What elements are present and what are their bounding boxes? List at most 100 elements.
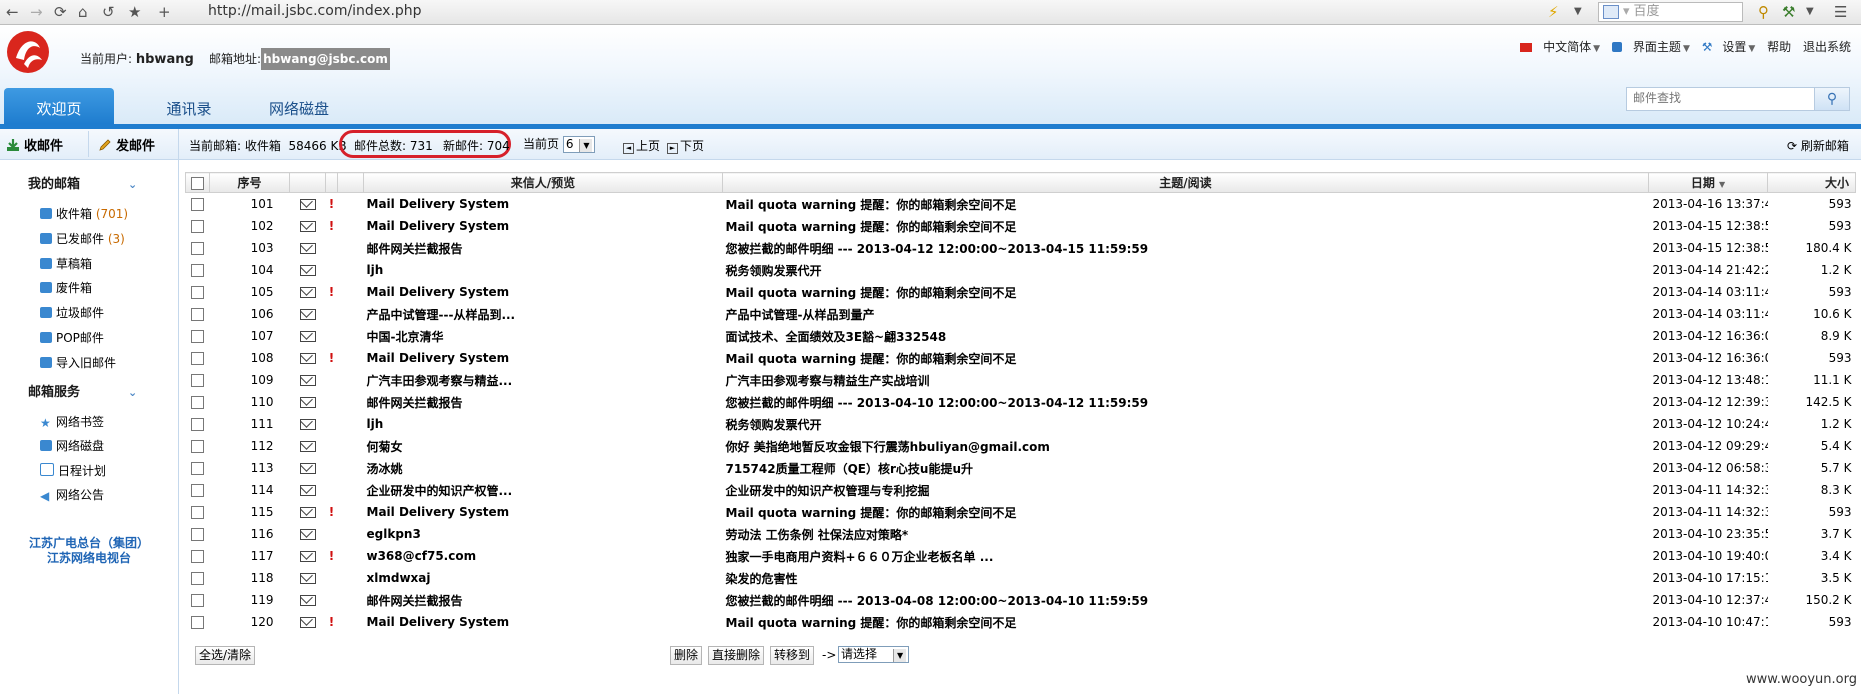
settings-menu[interactable]: ⚒ 设置 ▼: [1702, 40, 1756, 54]
table-row[interactable]: 104 ljh 税务领购发票代开 2013-04-14 21:42:28 1.2 K: [186, 259, 1856, 281]
row-subject[interactable]: 广汽丰田参观考察与精益生产实战培训: [723, 369, 1649, 391]
row-from[interactable]: Mail Delivery System: [364, 611, 723, 633]
table-row[interactable]: 113 汤冰姚 715742质量工程师（QE）核r心技u能提u升 2013-04-12…: [186, 457, 1856, 479]
row-checkbox[interactable]: [186, 589, 210, 611]
chevron-down-icon[interactable]: ▼: [579, 139, 593, 152]
row-from[interactable]: w368@cf75.com: [364, 545, 723, 567]
row-from[interactable]: ljh: [364, 259, 723, 281]
row-subject[interactable]: 染发的危害性: [723, 567, 1649, 589]
row-checkbox[interactable]: [186, 435, 210, 457]
service-bookmarks[interactable]: ★ 网络书签: [40, 412, 104, 432]
page-select[interactable]: 6 ▼: [562, 136, 596, 153]
table-row[interactable]: 101! Mail Delivery System Mail quota warni…: [186, 193, 1856, 216]
chevron-down-icon[interactable]: ⌄: [128, 381, 137, 405]
row-checkbox[interactable]: [186, 237, 210, 259]
row-from[interactable]: 企业研发中的知识产权管...: [364, 479, 723, 501]
row-subject[interactable]: 您被拦截的邮件明细 --- 2013-04-10 12:00:00~2013-0…: [723, 391, 1649, 413]
row-subject[interactable]: Mail quota warning 提醒：你的邮箱剩余空间不足: [723, 347, 1649, 369]
row-checkbox[interactable]: [186, 611, 210, 633]
table-row[interactable]: 119 邮件网关拦截报告 您被拦截的邮件明细 --- 2013-04-08 12:0…: [186, 589, 1856, 611]
row-from[interactable]: 邮件网关拦截报告: [364, 237, 723, 259]
row-checkbox[interactable]: [186, 545, 210, 567]
address-bar[interactable]: http://mail.jsbc.com/index.php: [208, 2, 1528, 20]
row-checkbox[interactable]: [186, 259, 210, 281]
table-row[interactable]: 110 邮件网关拦截报告 您被拦截的邮件明细 --- 2013-04-10 12:0…: [186, 391, 1856, 413]
chevron-down-icon[interactable]: ▼: [893, 649, 907, 662]
col-size[interactable]: 大小: [1767, 172, 1856, 193]
folder-inbox[interactable]: 收件箱 (701): [40, 204, 128, 224]
row-from[interactable]: 邮件网关拦截报告: [364, 391, 723, 413]
compose-mail-button[interactable]: 发邮件: [98, 135, 155, 154]
row-subject[interactable]: Mail quota warning 提醒：你的邮箱剩余空间不足: [723, 281, 1649, 303]
reload-icon[interactable]: ⟳: [54, 2, 67, 22]
table-row[interactable]: 107 中国-北京清华 面试技术、全面绩效及3E豁~翩332548 2013-04-1…: [186, 325, 1856, 347]
receive-mail-button[interactable]: 收邮件: [6, 135, 63, 154]
language-menu[interactable]: 中文简体 ▼: [1520, 40, 1600, 54]
folder-trash[interactable]: 废件箱: [40, 278, 92, 298]
table-row[interactable]: 115! Mail Delivery System Mail quota warni…: [186, 501, 1856, 523]
row-subject[interactable]: 715742质量工程师（QE）核r心技u能提u升: [723, 457, 1649, 479]
row-subject[interactable]: 您被拦截的邮件明细 --- 2013-04-12 12:00:00~2013-0…: [723, 237, 1649, 259]
row-subject[interactable]: 税务领购发票代开: [723, 259, 1649, 281]
row-from[interactable]: 何菊女: [364, 435, 723, 457]
row-from[interactable]: eglkpn3: [364, 523, 723, 545]
mail-search-input[interactable]: [1627, 88, 1817, 108]
menu-icon[interactable]: ☰: [1834, 2, 1847, 22]
key-icon[interactable]: ⚲: [1758, 2, 1769, 22]
table-row[interactable]: 120! Mail Delivery System Mail quota warni…: [186, 611, 1856, 633]
folder-pop[interactable]: POP邮件: [40, 328, 104, 348]
row-checkbox[interactable]: [186, 501, 210, 523]
table-row[interactable]: 106 产品中试管理---从样品到... 产品中试管理-从样品到量产 2013-04-…: [186, 303, 1856, 325]
row-checkbox[interactable]: [186, 215, 210, 237]
service-network-disk[interactable]: 网络磁盘: [40, 436, 104, 456]
row-subject[interactable]: Mail quota warning 提醒：你的邮箱剩余空间不足: [723, 611, 1649, 633]
row-from[interactable]: 广汽丰田参观考察与精益...: [364, 369, 723, 391]
row-checkbox[interactable]: [186, 457, 210, 479]
row-subject[interactable]: Mail quota warning 提醒：你的邮箱剩余空间不足: [723, 215, 1649, 237]
theme-menu[interactable]: 界面主题 ▼: [1611, 40, 1690, 54]
address-dropdown-icon[interactable]: ▼: [1574, 2, 1582, 22]
row-checkbox[interactable]: [186, 281, 210, 303]
delete-button[interactable]: 删除: [670, 646, 703, 665]
new-tab-icon[interactable]: +: [158, 2, 171, 22]
move-to-button[interactable]: 转移到: [770, 646, 815, 665]
table-row[interactable]: 103 邮件网关拦截报告 您被拦截的邮件明细 --- 2013-04-12 12:0…: [186, 237, 1856, 259]
tab-welcome[interactable]: 欢迎页: [4, 88, 114, 124]
table-row[interactable]: 108! Mail Delivery System Mail quota warni…: [186, 347, 1856, 369]
table-row[interactable]: 114 企业研发中的知识产权管... 企业研发中的知识产权管理与专利挖掘 2013-0…: [186, 479, 1856, 501]
row-checkbox[interactable]: [186, 347, 210, 369]
row-checkbox[interactable]: [186, 303, 210, 325]
table-row[interactable]: 118 xlmdwxaj 染发的危害性 2013-04-10 17:15:16 3.5 …: [186, 567, 1856, 589]
row-from[interactable]: Mail Delivery System: [364, 215, 723, 237]
browser-search-box[interactable]: ▾ 百度: [1598, 2, 1743, 22]
section-my-mailbox[interactable]: 我的邮箱 ⌄: [0, 173, 178, 197]
folder-import[interactable]: 导入旧邮件: [40, 353, 116, 373]
tab-contacts[interactable]: 通讯录: [149, 88, 229, 124]
table-row[interactable]: 111 ljh 税务领购发票代开 2013-04-12 10:24:44 1.2 K: [186, 413, 1856, 435]
tools-icon[interactable]: ⚒: [1782, 2, 1795, 22]
home-icon[interactable]: ⌂: [78, 2, 88, 22]
row-from[interactable]: 产品中试管理---从样品到...: [364, 303, 723, 325]
table-row[interactable]: 109 广汽丰田参观考察与精益... 广汽丰田参观考察与精益生产实战培训 2013-0…: [186, 369, 1856, 391]
row-subject[interactable]: 面试技术、全面绩效及3E豁~翩332548: [723, 325, 1649, 347]
delete-direct-button[interactable]: 直接删除: [708, 646, 765, 665]
folder-sent[interactable]: 已发邮件 (3): [40, 229, 125, 249]
row-subject[interactable]: 劳动法 工伤条例 社保法应对策略*: [723, 523, 1649, 545]
row-checkbox[interactable]: [186, 523, 210, 545]
col-subject[interactable]: 主题/阅读: [722, 172, 1649, 193]
lightning-icon[interactable]: ⚡: [1548, 2, 1559, 22]
row-subject[interactable]: 产品中试管理-从样品到量产: [723, 303, 1649, 325]
row-checkbox[interactable]: [186, 325, 210, 347]
col-no[interactable]: 序号: [209, 172, 290, 193]
row-subject[interactable]: 独家一手电商用户资料+６６０万企业老板名单 ...: [723, 545, 1649, 567]
section-mail-services[interactable]: 邮箱服务 ⌄: [0, 381, 178, 405]
folder-spam[interactable]: 垃圾邮件: [40, 303, 104, 323]
select-all-button[interactable]: 全选/清除: [195, 646, 256, 665]
row-checkbox[interactable]: [186, 369, 210, 391]
table-row[interactable]: 116 eglkpn3 劳动法 工伤条例 社保法应对策略* 2013-04-10 23…: [186, 523, 1856, 545]
row-from[interactable]: 汤冰姚: [364, 457, 723, 479]
row-from[interactable]: xlmdwxaj: [364, 567, 723, 589]
next-page[interactable]: ► 下页: [667, 137, 704, 154]
undo-icon[interactable]: ↺: [102, 2, 115, 22]
row-subject[interactable]: 税务领购发票代开: [723, 413, 1649, 435]
